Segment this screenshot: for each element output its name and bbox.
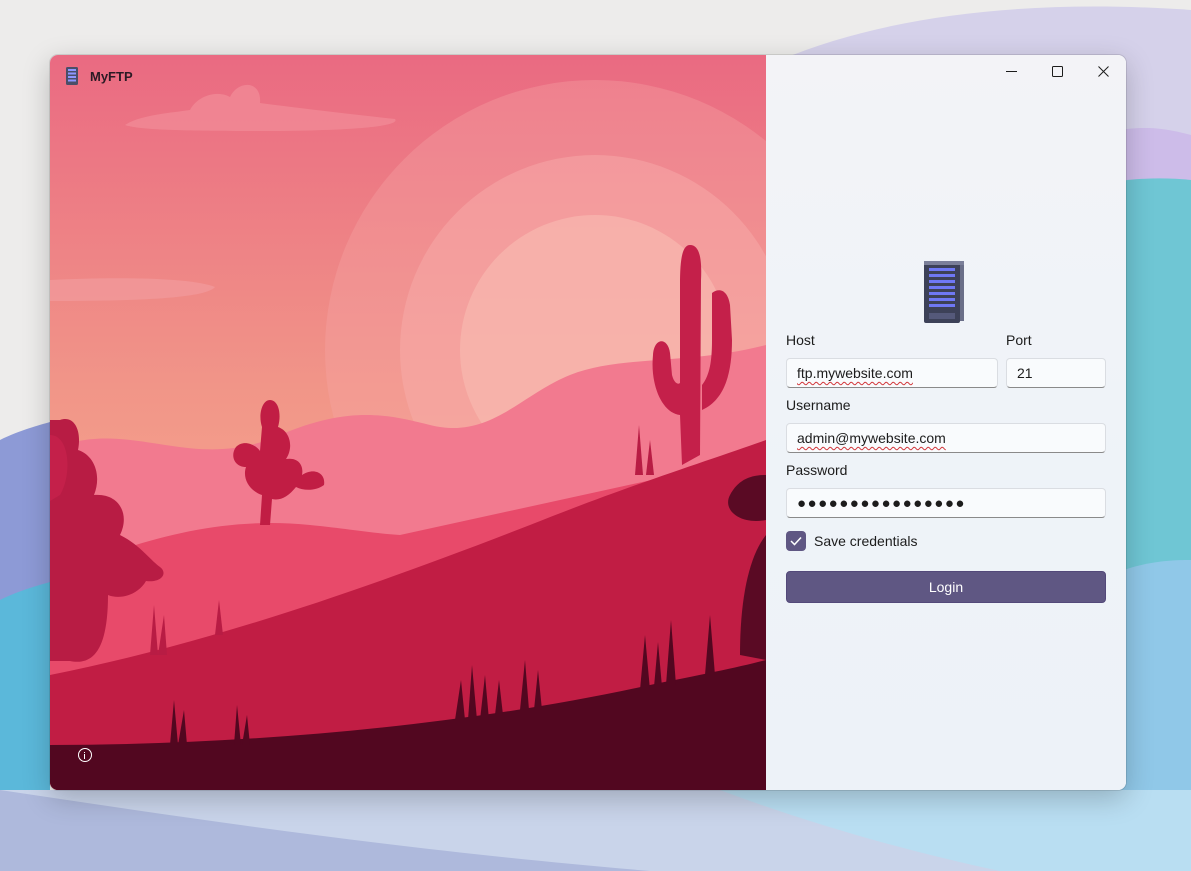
login-button-label: Login <box>928 579 964 595</box>
title-bar: MyFTP <box>64 65 133 87</box>
port-input[interactable]: 21 <box>1006 358 1106 388</box>
username-value: admin@mywebsite.com <box>797 430 946 446</box>
app-window: MyFTP Host Port ftp.mywebsite.com 21 Use… <box>50 55 1126 790</box>
login-panel: Host Port ftp.mywebsite.com 21 Username … <box>766 55 1126 790</box>
port-label: Port <box>1006 332 1032 348</box>
save-credentials-checkbox[interactable] <box>786 531 806 551</box>
host-label: Host <box>786 332 815 348</box>
username-label: Username <box>786 397 851 413</box>
host-input[interactable]: ftp.mywebsite.com <box>786 358 998 388</box>
password-label: Password <box>786 462 848 478</box>
maximize-button[interactable] <box>1034 55 1080 87</box>
app-server-icon <box>66 67 78 85</box>
host-value: ftp.mywebsite.com <box>797 365 913 381</box>
username-input[interactable]: admin@mywebsite.com <box>786 423 1106 453</box>
maximize-icon <box>1051 65 1063 77</box>
password-input[interactable]: ●●●●●●●●●●●●●●●● <box>786 488 1106 518</box>
app-title: MyFTP <box>90 68 133 84</box>
server-icon <box>924 261 964 323</box>
minimize-button[interactable] <box>988 55 1034 87</box>
login-button[interactable]: Login <box>786 571 1106 603</box>
close-button[interactable] <box>1080 55 1126 87</box>
close-icon <box>1097 65 1109 77</box>
port-value: 21 <box>1017 365 1033 381</box>
info-icon[interactable] <box>78 748 92 762</box>
checkmark-icon <box>790 536 802 546</box>
minimize-icon <box>1005 70 1017 72</box>
save-credentials-label: Save credentials <box>814 533 918 549</box>
hero-illustration <box>50 55 766 790</box>
save-credentials-row[interactable]: Save credentials <box>786 531 918 551</box>
window-controls <box>988 55 1126 87</box>
password-value: ●●●●●●●●●●●●●●●● <box>797 495 966 512</box>
